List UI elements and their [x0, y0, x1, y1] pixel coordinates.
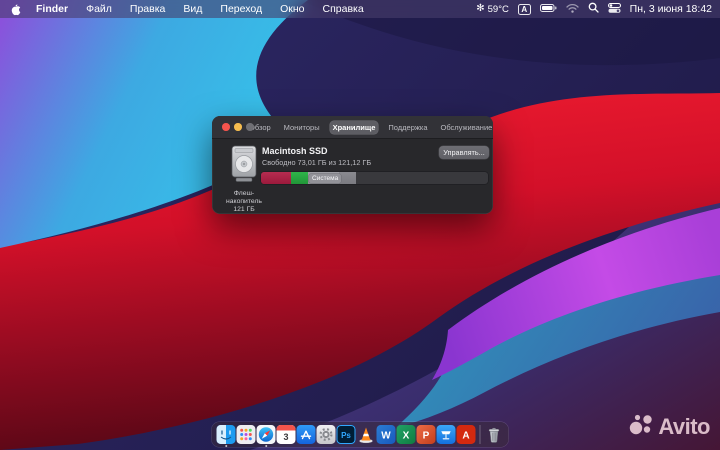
minimize-button[interactable]: [234, 123, 242, 131]
dock-system-preferences-icon[interactable]: [316, 425, 336, 444]
window-titlebar[interactable]: Обзор Мониторы Хранилище Поддержка Обслу…: [212, 116, 493, 139]
dock-divider: [479, 425, 481, 444]
fan-icon: ✻: [476, 3, 485, 14]
temperature-value: 59°C: [487, 3, 509, 15]
menu-item-view[interactable]: Вид: [174, 0, 211, 18]
volume-name: Macintosh SSD: [262, 146, 328, 156]
storage-usage-bar: Система: [261, 172, 488, 184]
wifi-icon[interactable]: [565, 3, 579, 16]
avito-watermark: Avito: [628, 411, 710, 442]
free-space-text: Свободно 73,01 ГБ из 121,12 ГБ: [262, 158, 372, 167]
dock-launchpad-icon[interactable]: [236, 425, 256, 444]
svg-text:A: A: [462, 431, 469, 442]
window-tabs: Обзор Мониторы Хранилище Поддержка Обслу…: [212, 120, 496, 134]
dock-finder-icon[interactable]: [216, 425, 236, 447]
dock-calendar-icon[interactable]: 3: [276, 425, 296, 444]
zoom-button-disabled: [246, 123, 254, 131]
storage-pane: Флеш- накопитель 121 ГБ Macintosh SSD Св…: [212, 139, 493, 214]
manage-button[interactable]: Управлять...: [439, 146, 489, 159]
tab-displays[interactable]: Мониторы: [281, 121, 323, 134]
temperature-status[interactable]: ✻ 59°C: [476, 4, 509, 15]
storage-segment-2: [291, 172, 308, 184]
running-indicator: [264, 444, 268, 447]
wallpaper-big-sur: [0, 0, 720, 450]
dock: 3 Ps W X P A: [211, 422, 509, 447]
svg-text:W: W: [381, 431, 391, 442]
battery-icon[interactable]: [539, 3, 557, 15]
dock-excel-icon[interactable]: X: [396, 425, 416, 444]
storage-segment-other: [339, 172, 356, 184]
apple-menu-icon[interactable]: [10, 3, 21, 16]
dock-photoshop-icon[interactable]: Ps: [336, 425, 356, 444]
menu-item-file[interactable]: Файл: [77, 0, 121, 18]
system-segment-label: Система: [309, 173, 342, 183]
drive-label: Флеш- накопитель 121 ГБ: [226, 190, 262, 213]
menubar-clock[interactable]: Пн, 3 июня 18:42: [630, 3, 712, 15]
tab-service[interactable]: Обслуживание: [438, 121, 496, 134]
running-indicator: [224, 444, 228, 447]
svg-text:X: X: [403, 431, 410, 442]
menu-item-help[interactable]: Справка: [314, 0, 373, 18]
dock-vlc-icon[interactable]: [357, 425, 376, 444]
svg-text:Ps: Ps: [341, 431, 351, 440]
dock-powerpoint-icon[interactable]: P: [416, 425, 436, 444]
keyboard-layout-icon[interactable]: A: [517, 3, 531, 15]
dock-trash-icon[interactable]: [485, 425, 504, 444]
search-icon[interactable]: [588, 2, 599, 16]
svg-text:P: P: [423, 431, 430, 442]
menu-item-finder[interactable]: Finder: [27, 0, 77, 18]
avito-logo-icon: [628, 411, 654, 442]
dock-keynote-icon[interactable]: [436, 425, 456, 444]
hard-drive-icon[interactable]: [229, 145, 259, 187]
dock-acrobat-icon[interactable]: A: [456, 425, 476, 444]
tab-support[interactable]: Поддержка: [385, 121, 430, 134]
storage-segment-1: [261, 172, 291, 184]
watermark-text: Avito: [658, 413, 710, 439]
svg-text:3: 3: [283, 432, 288, 442]
menu-bar: Finder Файл Правка Вид Переход Окно Спра…: [0, 0, 720, 18]
tab-storage[interactable]: Хранилище: [329, 120, 379, 134]
menu-item-edit[interactable]: Правка: [121, 0, 174, 18]
menu-item-window[interactable]: Окно: [271, 0, 313, 18]
dock-safari-icon[interactable]: [256, 425, 276, 447]
dock-app-store-icon[interactable]: [296, 425, 316, 444]
menu-item-go[interactable]: Переход: [211, 0, 271, 18]
control-center-icon[interactable]: [607, 2, 621, 16]
close-button[interactable]: [222, 123, 230, 131]
dock-word-icon[interactable]: W: [376, 425, 396, 444]
about-this-mac-window: Обзор Мониторы Хранилище Поддержка Обслу…: [212, 116, 493, 214]
